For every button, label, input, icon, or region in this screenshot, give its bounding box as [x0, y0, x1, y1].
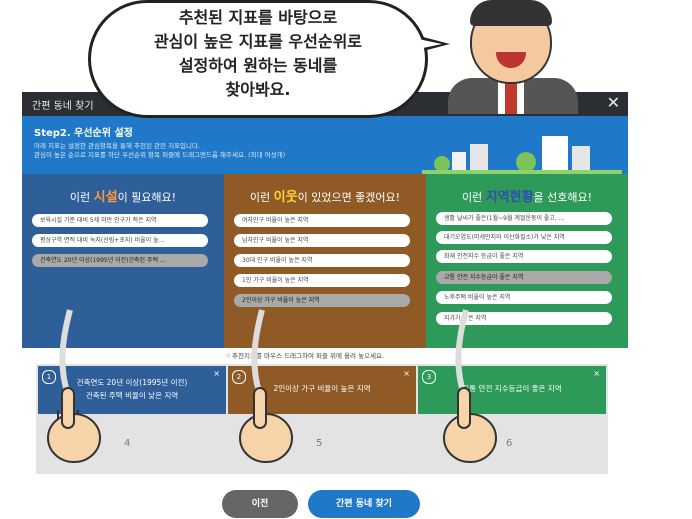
indicator-item-selected[interactable]: 교통 안전 지수등급이 좋은 지역	[436, 271, 612, 284]
panel-header-pre: 이런	[249, 191, 274, 204]
speech-line: 설정하여 원하는 동네를	[178, 56, 338, 75]
empty-slot-number[interactable]: 5	[316, 438, 322, 449]
indicator-item[interactable]: 화재 안전지수 등급이 좋은 지역	[436, 250, 612, 263]
speech-line: 추천된 지표를 바탕으로	[178, 8, 338, 27]
dialog-title: 간편 동네 찾기	[32, 101, 94, 112]
step-description-line-2: 관심이 높은 순으로 지표를 하단 우선순위 항목 퍼즐에 드래그앤드롭 해주세…	[34, 151, 286, 159]
prev-button[interactable]: 이전	[222, 490, 298, 518]
empty-slot-number[interactable]: 4	[124, 438, 130, 449]
indicator-item[interactable]: 생활 날씨가 좋은(1월~9월 계절운동이 좋고, ...	[436, 212, 612, 225]
neighbor-panel-header: 이런 이웃이 있었으면 좋겠어요!	[224, 186, 426, 205]
find-neighborhood-button[interactable]: 간편 동네 찾기	[308, 490, 420, 518]
panel-header-pre: 이런	[69, 191, 94, 204]
finger-pointer-icon	[239, 309, 293, 463]
character-hair	[470, 0, 552, 26]
remove-icon[interactable]: ×	[403, 369, 410, 378]
close-icon[interactable]: ✕	[607, 93, 620, 112]
step-description-line-1: 아래 지표는 설정한 관심항목을 통해 추천된 관련 지표입니다.	[34, 142, 201, 150]
finger-pointer-icon	[443, 309, 497, 463]
hand-cursor-icon: ☝	[226, 352, 230, 360]
city-illustration-icon	[422, 136, 622, 174]
panel-header-post: 이 있었으면 좋겠어요!	[297, 191, 401, 204]
indicator-item[interactable]: 남자인구 비율이 높은 지역	[234, 234, 410, 247]
step-description: 아래 지표는 설정한 관심항목을 통해 추천된 관련 지표입니다. 관심이 높은…	[34, 142, 394, 160]
character-tie	[505, 82, 517, 114]
speech-bubble-text: 추천된 지표를 바탕으로 관심이 높은 지표를 우선순위로 설정하여 원하는 동…	[88, 6, 428, 102]
speech-line: 찾아봐요.	[225, 80, 291, 99]
indicator-item[interactable]: 1인 가구 비율이 높은 지역	[234, 274, 410, 287]
panel-header-pre: 이런	[461, 191, 486, 204]
remove-icon[interactable]: ×	[593, 369, 600, 378]
panel-header-highlight: 지역현황	[485, 190, 534, 205]
panel-header-post: 이 필요해요!	[117, 191, 177, 204]
panel-header-highlight: 시설	[93, 190, 118, 205]
region-panel-header: 이런 지역현황을 선호해요!	[426, 186, 628, 205]
empty-slot-number[interactable]: 6	[506, 438, 512, 449]
indicator-item[interactable]: 30대 인구 비율이 높은 지역	[234, 254, 410, 267]
indicator-item[interactable]: 대기오염도(미세먼지와 이산화질소)가 낮은 지역	[436, 231, 612, 244]
indicator-item[interactable]: 보육시설 기준 대비 5세 미만 인구가 적은 지역	[32, 214, 208, 227]
step-header: Step2. 우선순위 설정 아래 지표는 설정한 관심항목을 통해 추천된 관…	[22, 116, 628, 174]
panel-header-highlight: 이웃	[273, 190, 298, 205]
step-title: Step2. 우선순위 설정	[34, 128, 133, 139]
indicator-item[interactable]: 여자인구 비율이 높은 지역	[234, 214, 410, 227]
finger-pointer-icon	[47, 309, 101, 463]
indicator-item-selected[interactable]: 건축연도 20년 이상(1995년 이전)건축된 주택 ...	[32, 254, 208, 267]
speech-line: 관심이 높은 지표를 우선순위로	[153, 32, 363, 51]
indicator-item[interactable]: 평상구역 면적 대비 녹지(산림+초지) 비율이 높...	[32, 234, 208, 247]
panel-header-post: 을 선호해요!	[533, 191, 593, 204]
facility-panel-header: 이런 시설이 필요해요!	[22, 186, 224, 205]
